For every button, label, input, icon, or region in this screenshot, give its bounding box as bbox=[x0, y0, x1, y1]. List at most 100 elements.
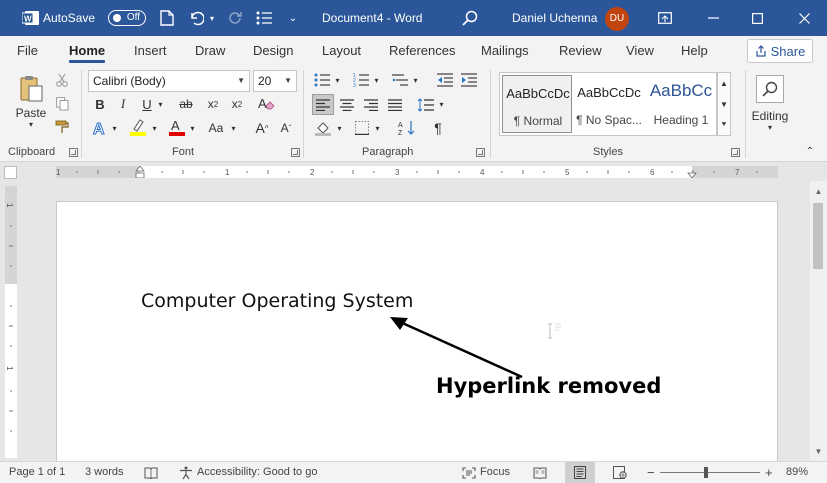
font-launcher-icon[interactable] bbox=[291, 148, 300, 157]
tab-home[interactable]: Home bbox=[69, 36, 106, 66]
word-count[interactable]: 3 words bbox=[85, 462, 124, 483]
web-layout-icon[interactable] bbox=[613, 462, 627, 483]
style-no-spacing[interactable]: AaBbCcDc ¶ No Spac... bbox=[574, 75, 644, 133]
accessibility-status[interactable]: Accessibility: Good to go bbox=[179, 462, 317, 483]
autosave-toggle[interactable]: Off bbox=[108, 10, 146, 26]
tab-insert[interactable]: Insert bbox=[134, 36, 167, 66]
page-count[interactable]: Page 1 of 1 bbox=[9, 462, 65, 483]
maximize-icon[interactable] bbox=[744, 0, 770, 36]
zoom-slider-track[interactable] bbox=[660, 472, 760, 473]
strikethrough-button[interactable]: ab bbox=[176, 95, 196, 113]
paste-button[interactable]: Paste ▾ bbox=[10, 70, 52, 132]
focus-button[interactable]: Focus bbox=[462, 462, 510, 483]
decrease-indent-icon[interactable] bbox=[436, 71, 454, 89]
underline-button[interactable]: U bbox=[139, 95, 155, 113]
line-spacing-dropdown-icon[interactable]: ▾ bbox=[437, 94, 446, 115]
show-formatting-marks-icon[interactable]: ¶ bbox=[429, 118, 447, 138]
style-normal[interactable]: AaBbCcDc ¶ Normal bbox=[502, 75, 572, 133]
font-color-icon[interactable]: A bbox=[167, 117, 187, 137]
highlight-color-icon[interactable] bbox=[128, 117, 148, 137]
align-left-button[interactable] bbox=[312, 94, 334, 115]
scroll-down-icon[interactable]: ▼ bbox=[810, 445, 827, 457]
styles-scroll-up-icon[interactable]: ▲ bbox=[718, 73, 730, 93]
font-color-dropdown-icon[interactable]: ▾ bbox=[188, 119, 197, 137]
copy-icon[interactable] bbox=[54, 96, 70, 112]
clear-formatting-icon[interactable]: A bbox=[255, 95, 277, 113]
save-icon[interactable] bbox=[157, 0, 177, 36]
customize-qat-icon[interactable]: ⌄ bbox=[286, 0, 300, 36]
share-button[interactable]: Share bbox=[747, 39, 813, 63]
tab-layout[interactable]: Layout bbox=[322, 36, 361, 66]
read-mode-icon[interactable] bbox=[533, 462, 547, 483]
font-size-combo[interactable]: 20 ▼ bbox=[253, 70, 297, 92]
styles-scroll-down-icon[interactable]: ▼ bbox=[718, 94, 730, 114]
avatar[interactable]: DU bbox=[605, 7, 629, 31]
bold-button[interactable]: B bbox=[92, 95, 108, 113]
document-page[interactable]: Computer Operating System Hyperlink remo… bbox=[56, 201, 778, 463]
borders-icon[interactable] bbox=[353, 118, 371, 138]
paragraph-launcher-icon[interactable] bbox=[476, 148, 485, 157]
clipboard-launcher-icon[interactable] bbox=[69, 148, 78, 157]
align-center-button[interactable] bbox=[337, 94, 357, 115]
grow-font-icon[interactable]: A ^ bbox=[252, 119, 272, 137]
document-body-text[interactable]: Computer Operating System bbox=[141, 290, 413, 312]
increase-indent-icon[interactable] bbox=[460, 71, 478, 89]
zoom-in-icon[interactable]: + bbox=[765, 462, 773, 483]
tab-references[interactable]: References bbox=[389, 36, 455, 66]
horizontal-ruler[interactable]: 1 1 2 3 4 5 6 7 bbox=[56, 166, 778, 178]
minimize-icon[interactable] bbox=[700, 0, 726, 36]
underline-dropdown-icon[interactable]: ▾ bbox=[156, 95, 165, 113]
tab-selector[interactable] bbox=[4, 166, 17, 179]
highlight-dropdown-icon[interactable]: ▾ bbox=[150, 119, 159, 137]
zoom-out-icon[interactable]: − bbox=[647, 462, 655, 483]
user-name[interactable]: Daniel Uchenna bbox=[512, 0, 597, 36]
format-painter-icon[interactable] bbox=[54, 119, 70, 135]
text-effects-dropdown-icon[interactable]: ▾ bbox=[110, 119, 119, 137]
vertical-ruler[interactable]: 1 1 bbox=[5, 186, 17, 458]
styles-more-icon[interactable]: ⯆ bbox=[718, 115, 730, 135]
editing-button[interactable]: Editing ▾ bbox=[750, 70, 790, 136]
bullets-qat-icon[interactable] bbox=[254, 0, 274, 36]
tab-file[interactable]: File bbox=[17, 36, 38, 66]
superscript-button[interactable]: x2 bbox=[228, 95, 246, 113]
italic-button[interactable]: I bbox=[115, 95, 131, 113]
font-name-combo[interactable]: Calibri (Body) ▼ bbox=[88, 70, 250, 92]
zoom-slider-thumb[interactable] bbox=[704, 467, 708, 478]
change-case-icon[interactable]: Aa bbox=[203, 119, 229, 137]
scroll-up-icon[interactable]: ▲ bbox=[810, 185, 827, 197]
scroll-thumb[interactable] bbox=[813, 203, 823, 269]
undo-dropdown-icon[interactable]: ▾ bbox=[207, 0, 217, 36]
search-icon[interactable] bbox=[459, 0, 481, 36]
cut-icon[interactable] bbox=[54, 72, 70, 88]
tab-help[interactable]: Help bbox=[681, 36, 708, 66]
multilevel-dropdown-icon[interactable]: ▾ bbox=[411, 71, 420, 89]
style-heading-1[interactable]: AaBbCc Heading 1 bbox=[646, 75, 716, 133]
shading-icon[interactable] bbox=[313, 118, 333, 138]
bullets-icon[interactable] bbox=[313, 71, 331, 89]
numbering-dropdown-icon[interactable]: ▾ bbox=[372, 71, 381, 89]
sort-icon[interactable]: AZ bbox=[396, 118, 418, 138]
collapse-ribbon-icon[interactable]: ⌃ bbox=[800, 144, 820, 158]
tab-review[interactable]: Review bbox=[559, 36, 602, 66]
subscript-button[interactable]: x2 bbox=[204, 95, 222, 113]
shrink-font-icon[interactable]: Aˇ bbox=[276, 119, 296, 137]
shading-dropdown-icon[interactable]: ▾ bbox=[335, 118, 344, 138]
tab-draw[interactable]: Draw bbox=[195, 36, 225, 66]
numbering-icon[interactable]: 123 bbox=[352, 71, 370, 89]
change-case-dropdown-icon[interactable]: ▾ bbox=[229, 119, 238, 137]
tab-view[interactable]: View bbox=[626, 36, 654, 66]
undo-icon[interactable] bbox=[185, 0, 207, 36]
line-spacing-icon[interactable] bbox=[416, 94, 436, 115]
tab-design[interactable]: Design bbox=[253, 36, 293, 66]
print-layout-icon[interactable] bbox=[565, 462, 595, 483]
ribbon-display-icon[interactable] bbox=[654, 0, 676, 36]
justify-button[interactable] bbox=[385, 94, 405, 115]
borders-dropdown-icon[interactable]: ▾ bbox=[373, 118, 382, 138]
styles-launcher-icon[interactable] bbox=[731, 148, 740, 157]
tab-mailings[interactable]: Mailings bbox=[481, 36, 529, 66]
multilevel-list-icon[interactable] bbox=[391, 71, 409, 89]
zoom-level[interactable]: 89% bbox=[786, 462, 808, 483]
vertical-scrollbar[interactable]: ▲ ▼ bbox=[810, 181, 827, 462]
align-right-button[interactable] bbox=[361, 94, 381, 115]
close-icon[interactable] bbox=[791, 0, 817, 36]
